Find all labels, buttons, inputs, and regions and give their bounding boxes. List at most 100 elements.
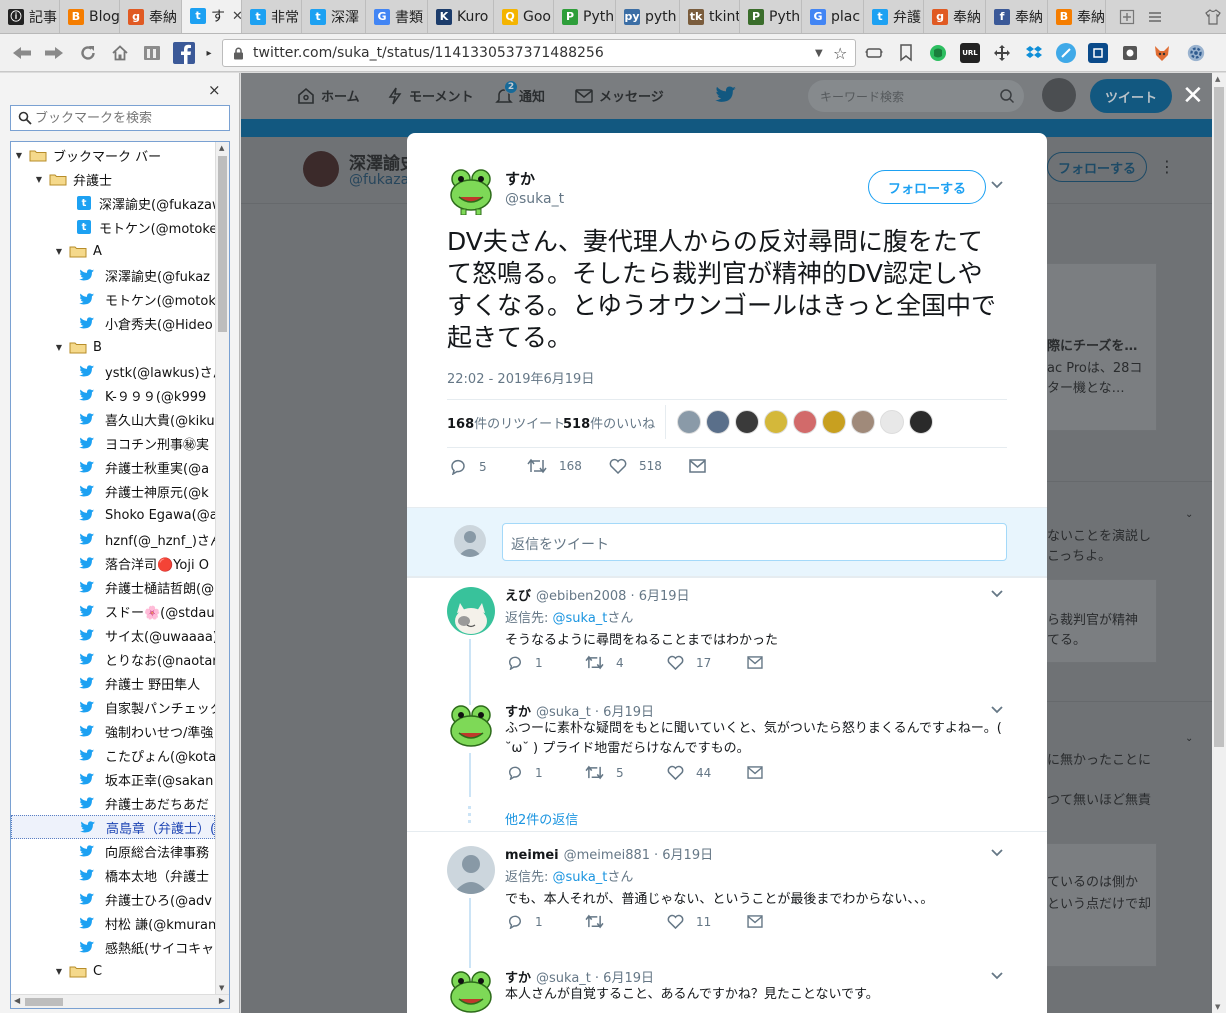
bookmark-item[interactable]: スドー🌸(@stdau xyxy=(11,599,215,623)
bookmark-folder[interactable]: ▼ B xyxy=(11,335,215,359)
frog-avatar[interactable] xyxy=(447,703,495,751)
bookmark-item[interactable]: t モトケン(@motoken_ xyxy=(11,215,215,239)
reply-author-name[interactable]: えび xyxy=(505,589,531,604)
bookmark-item[interactable]: 弁護士あだちあだ xyxy=(11,791,215,815)
pocket-icon[interactable] xyxy=(1120,43,1140,63)
reply-author-handle[interactable]: @suka_t xyxy=(536,705,591,720)
bookmark-item[interactable]: 喜久山大貴(@kiku xyxy=(11,407,215,431)
bookmark-item[interactable]: ystk(@lawkus)さん xyxy=(11,359,215,383)
tab-list-button[interactable] xyxy=(1144,0,1166,34)
url-dropdown-icon[interactable]: ▼ xyxy=(815,48,833,59)
bookmark-folder[interactable]: ▼ 弁護士 xyxy=(11,167,215,191)
browser-tab[interactable]: G 書類 xyxy=(366,0,428,33)
bookmark-item[interactable]: 向原総合法律事務 xyxy=(11,839,215,863)
bookmark-item[interactable]: 村松 謙(@kmuran xyxy=(11,911,215,935)
bookmark-item[interactable]: 弁護士樋詰哲朗(@ xyxy=(11,575,215,599)
sidebar-close-button[interactable]: × xyxy=(208,81,221,99)
chevron-down-icon[interactable] xyxy=(991,972,1003,980)
bookmark-search-input[interactable] xyxy=(35,110,215,126)
liker-avatar[interactable] xyxy=(851,410,875,434)
bookmark-item[interactable]: 自家製パンチェック xyxy=(11,695,215,719)
retweet-stat[interactable]: 168件のリツイート xyxy=(447,413,565,432)
nav-messages[interactable]: メッセージ xyxy=(575,86,664,105)
liker-avatar[interactable] xyxy=(822,410,846,434)
chevron-down-icon[interactable] xyxy=(991,706,1003,714)
browser-tab[interactable]: K Kuro xyxy=(428,0,494,33)
expand-triangle-icon[interactable]: ▼ xyxy=(53,967,65,976)
retweet-action[interactable]: 168 xyxy=(527,458,582,474)
liker-avatar[interactable] xyxy=(793,410,817,434)
expand-triangle-icon[interactable]: ▼ xyxy=(33,175,45,184)
bookmark-search-field[interactable] xyxy=(10,105,230,131)
more-options-icon[interactable]: ⋮ xyxy=(1159,157,1175,176)
settings-gear-icon[interactable] xyxy=(1186,43,1206,63)
twitter-bird-logo[interactable] xyxy=(715,86,737,104)
bookmark-item[interactable]: 弁護士ひろ(@adv xyxy=(11,887,215,911)
close-modal-button[interactable]: ✕ xyxy=(1182,83,1204,109)
reply-author-name[interactable]: meimei xyxy=(505,848,559,863)
retweet-action[interactable]: 4 xyxy=(585,655,624,670)
direct-message-action[interactable] xyxy=(747,766,763,779)
like-action[interactable]: 518 xyxy=(609,458,662,474)
home-button[interactable] xyxy=(108,41,132,65)
liker-avatar[interactable] xyxy=(909,410,933,434)
bookmark-folder[interactable]: ▼ ブックマーク バー xyxy=(11,143,215,167)
expand-triangle-icon[interactable]: ▼ xyxy=(13,151,25,160)
browser-tab[interactable]: t 非常 xyxy=(242,0,302,33)
browser-tab[interactable]: P Pyth xyxy=(740,0,802,33)
shirt-menu-icon[interactable] xyxy=(1202,0,1224,34)
reply-author-name[interactable]: すか xyxy=(505,705,531,720)
like-action[interactable]: 44 xyxy=(667,765,711,780)
tab-close-icon[interactable]: ✕ xyxy=(232,9,241,24)
bookmark-item[interactable]: とりなお(@naotar xyxy=(11,647,215,671)
tweet-author-name[interactable]: すか xyxy=(505,168,535,189)
url-shortener-icon[interactable]: URL xyxy=(960,43,980,63)
follow-button-background[interactable]: フォローする xyxy=(1047,152,1147,182)
reply-action[interactable]: 1 xyxy=(507,655,543,670)
extension-ts-button[interactable] xyxy=(140,41,164,65)
bookmark-item[interactable]: 小倉秀夫(@Hideo xyxy=(11,311,215,335)
address-bar[interactable]: twitter.com/suka_t/status/11413305373714… xyxy=(222,39,856,67)
chevron-down-icon[interactable] xyxy=(991,849,1003,857)
toolbar-overflow-chevron-icon[interactable]: ▸ xyxy=(202,41,216,65)
chevron-down-icon[interactable] xyxy=(991,590,1003,598)
scrollbar-thumb[interactable] xyxy=(1214,87,1224,747)
liker-avatar[interactable] xyxy=(735,410,759,434)
bookmark-item[interactable]: K-９９９(@k999 xyxy=(11,383,215,407)
bookmark-item[interactable]: 強制わいせつ/準強 xyxy=(11,719,215,743)
keyword-search-input[interactable]: キーワード検索 xyxy=(808,80,1024,112)
scrollbar-thumb[interactable] xyxy=(25,998,63,1006)
bookmark-folder[interactable]: ▼ C xyxy=(11,959,215,983)
url-text[interactable]: twitter.com/suka_t/status/11413305373714… xyxy=(253,45,815,61)
bookmark-item[interactable]: 深澤諭史(@fukaz xyxy=(11,263,215,287)
nav-notifications[interactable]: 2 通知 xyxy=(495,79,545,105)
bookmark-item[interactable]: 弁護士 野田隼人 xyxy=(11,671,215,695)
direct-message-action[interactable] xyxy=(747,656,763,669)
liker-avatar[interactable] xyxy=(706,410,730,434)
bookmark-item[interactable]: こたぴょん(@kota xyxy=(11,743,215,767)
replying-to-user-link[interactable]: @suka_t xyxy=(553,611,608,626)
bookmark-item[interactable]: モトケン(@motok xyxy=(11,287,215,311)
forward-button[interactable] xyxy=(42,41,66,65)
retweet-action[interactable] xyxy=(585,914,616,929)
chevron-down-icon[interactable] xyxy=(991,181,1003,189)
tree-horizontal-scrollbar[interactable]: ◀ ▶ xyxy=(11,994,229,1008)
browser-tab[interactable]: t す ✕ xyxy=(182,0,242,33)
replying-to-user-link[interactable]: @suka_t xyxy=(553,870,608,885)
reload-button[interactable] xyxy=(76,41,100,65)
reply-date[interactable]: · 6月19日 xyxy=(654,848,713,863)
nav-home[interactable]: ホーム xyxy=(297,86,360,105)
browser-tab[interactable]: B 奉納 xyxy=(1048,0,1106,33)
dropbox-icon[interactable] xyxy=(1024,43,1044,63)
liker-avatar[interactable] xyxy=(764,410,788,434)
bookmark-item[interactable]: hznf(@_hznf_)さん xyxy=(11,527,215,551)
frog-avatar[interactable] xyxy=(447,969,495,1013)
browser-tab[interactable]: Gplac xyxy=(802,0,864,33)
new-tab-button[interactable] xyxy=(1116,0,1138,34)
bookmark-item[interactable]: ヨコチン刑事㊙実 xyxy=(11,431,215,455)
evernote-icon[interactable] xyxy=(928,43,948,63)
facebook-button[interactable] xyxy=(172,41,196,65)
direct-message-action[interactable] xyxy=(747,915,763,928)
browser-tab[interactable]: t 弁護 xyxy=(864,0,924,33)
reply-action[interactable]: 1 xyxy=(507,914,543,929)
